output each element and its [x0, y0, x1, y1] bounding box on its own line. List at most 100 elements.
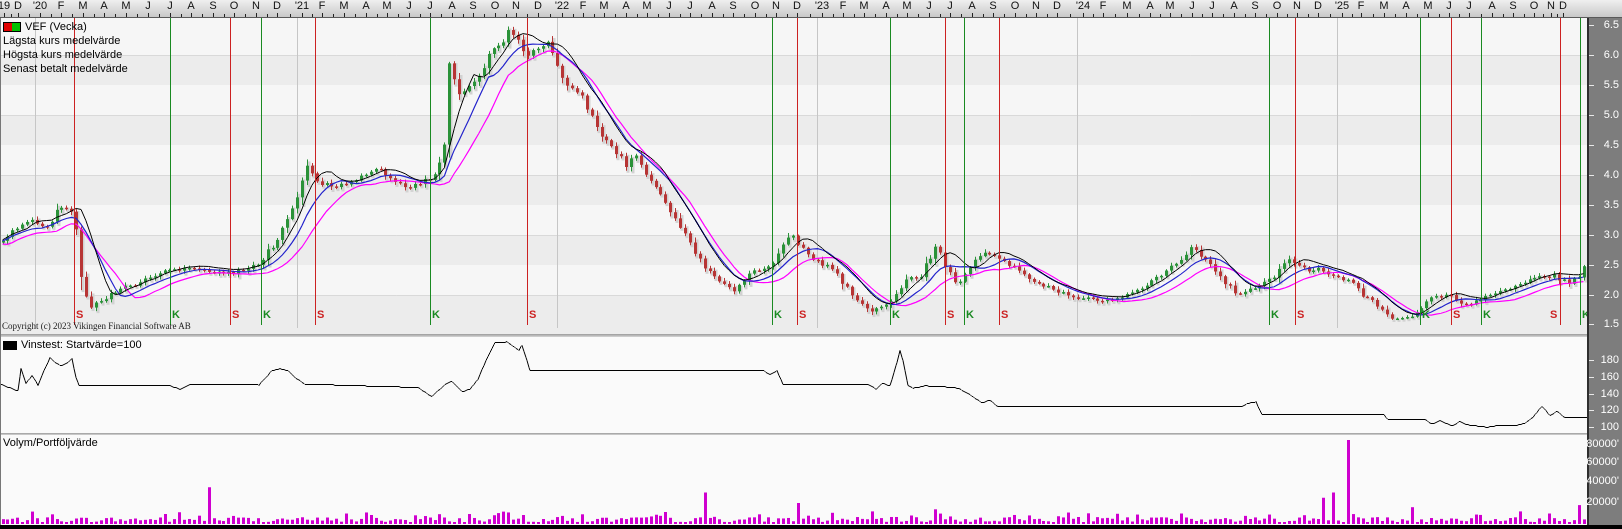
- scale-label: 2.5: [1604, 259, 1619, 271]
- axis-minor-tick: [420, 14, 421, 17]
- axis-minor-tick: [1004, 14, 1005, 17]
- volume-label: Volym/Portföljvärde: [3, 437, 98, 449]
- sell-signal-letter: S: [232, 309, 239, 321]
- axis-minor-tick: [766, 14, 767, 17]
- axis-minor-tick: [573, 14, 574, 17]
- axis-label: O: [491, 0, 500, 12]
- axis-tick: [1170, 13, 1171, 17]
- axis-minor-tick: [1373, 14, 1374, 17]
- axis-tick: [1318, 13, 1319, 17]
- axis-label: M: [1379, 0, 1388, 12]
- scale-tick: [1589, 115, 1594, 116]
- axis-tick: [843, 13, 844, 17]
- buy-signal-letter: K: [172, 309, 180, 321]
- value-scale-column[interactable]: 6.56.05.55.04.54.03.53.02.52.01.51801601…: [1587, 18, 1622, 525]
- axis-label: N: [1293, 0, 1301, 12]
- axis-label: F: [840, 0, 847, 12]
- axis-label: J: [1209, 0, 1215, 12]
- scale-label: 2.0: [1604, 289, 1619, 301]
- scale-label: 100: [1601, 421, 1619, 433]
- axis-tick: [452, 13, 453, 17]
- scale-tick: [1589, 235, 1594, 236]
- axis-label: J: [666, 0, 672, 12]
- time-axis[interactable]: 19D'20FMAMJJASOND'21FMAMJJASOND'22FMAMJJ…: [0, 0, 1622, 18]
- sell-signal-letter: S: [76, 309, 83, 321]
- scale-label: 3.5: [1604, 199, 1619, 211]
- scale-label: 4.5: [1604, 139, 1619, 151]
- axis-minor-tick: [1287, 14, 1288, 17]
- axis-tick: [538, 13, 539, 17]
- instrument-title: VEF (Vecka): [25, 20, 87, 34]
- axis-tick: [1513, 13, 1514, 17]
- axis-tick: [1297, 13, 1298, 17]
- axis-tick: [972, 13, 973, 17]
- axis-tick: [191, 13, 192, 17]
- axis-label: A: [1488, 0, 1495, 12]
- axis-label: '21: [295, 0, 309, 12]
- copyright-text: Copyright (c) 2023 Vikingen Financial So…: [2, 321, 191, 331]
- scale-label: 6.0: [1604, 49, 1619, 61]
- axis-minor-tick: [1308, 14, 1309, 17]
- axis-minor-tick: [11, 14, 12, 17]
- axis-label: N: [772, 0, 780, 12]
- sell-signal-letter: S: [529, 309, 536, 321]
- axis-minor-tick: [1543, 14, 1544, 17]
- axis-tick: [213, 13, 214, 17]
- volume-canvas[interactable]: [0, 435, 1587, 525]
- axis-tick: [1342, 13, 1343, 17]
- axis-label: D: [1053, 0, 1061, 12]
- axis-tick: [1551, 13, 1552, 17]
- axis-tick: [1361, 13, 1362, 17]
- buy-signal-letter: K: [263, 309, 271, 321]
- axis-label: F: [58, 0, 65, 12]
- axis-label: S: [729, 0, 736, 12]
- axis-label: M: [902, 0, 911, 12]
- price-chart-canvas[interactable]: [0, 18, 1587, 334]
- axis-tick: [1563, 13, 1564, 17]
- axis-minor-tick: [701, 14, 702, 17]
- axis-minor-tick: [333, 14, 334, 17]
- axis-label: A: [187, 0, 194, 12]
- axis-label: A: [968, 0, 975, 12]
- axis-label: J: [1466, 0, 1472, 12]
- axis-minor-tick: [115, 14, 116, 17]
- axis-label: N: [512, 0, 520, 12]
- axis-minor-tick: [1245, 14, 1246, 17]
- axis-label: D: [1559, 0, 1567, 12]
- scale-tick: [1589, 360, 1594, 361]
- axis-minor-tick: [637, 14, 638, 17]
- scale-tick: [1589, 377, 1594, 378]
- axis-label: A: [100, 0, 107, 12]
- axis-minor-tick: [1330, 14, 1331, 17]
- axis-minor-tick: [398, 14, 399, 17]
- axis-tick: [430, 13, 431, 17]
- axis-label: F: [319, 0, 326, 12]
- axis-tick: [1057, 13, 1058, 17]
- axis-minor-tick: [94, 14, 95, 17]
- axis-label: J: [167, 0, 173, 12]
- axis-tick: [1103, 13, 1104, 17]
- axis-minor-tick: [290, 14, 291, 17]
- axis-minor-tick: [940, 14, 941, 17]
- axis-minor-tick: [1047, 14, 1048, 17]
- axis-tick: [409, 13, 410, 17]
- scale-tick: [1589, 324, 1594, 325]
- scale-tick: [1589, 175, 1594, 176]
- axis-minor-tick: [1093, 14, 1094, 17]
- axis-tick: [733, 13, 734, 17]
- axis-label: A: [708, 0, 715, 12]
- axis-label: J: [926, 0, 932, 12]
- scale-tick: [1589, 295, 1594, 296]
- axis-tick: [495, 13, 496, 17]
- axis-label: D: [534, 0, 542, 12]
- axis-tick: [822, 13, 823, 17]
- sell-signal-letter: S: [1001, 309, 1008, 321]
- axis-label: N: [1547, 0, 1555, 12]
- axis-tick: [864, 13, 865, 17]
- axis-minor-tick: [137, 14, 138, 17]
- line-series-icon: [3, 341, 17, 350]
- axis-tick: [473, 13, 474, 17]
- axis-label: O: [1011, 0, 1020, 12]
- axis-tick: [1015, 13, 1016, 17]
- profit-test-canvas[interactable]: [0, 337, 1587, 433]
